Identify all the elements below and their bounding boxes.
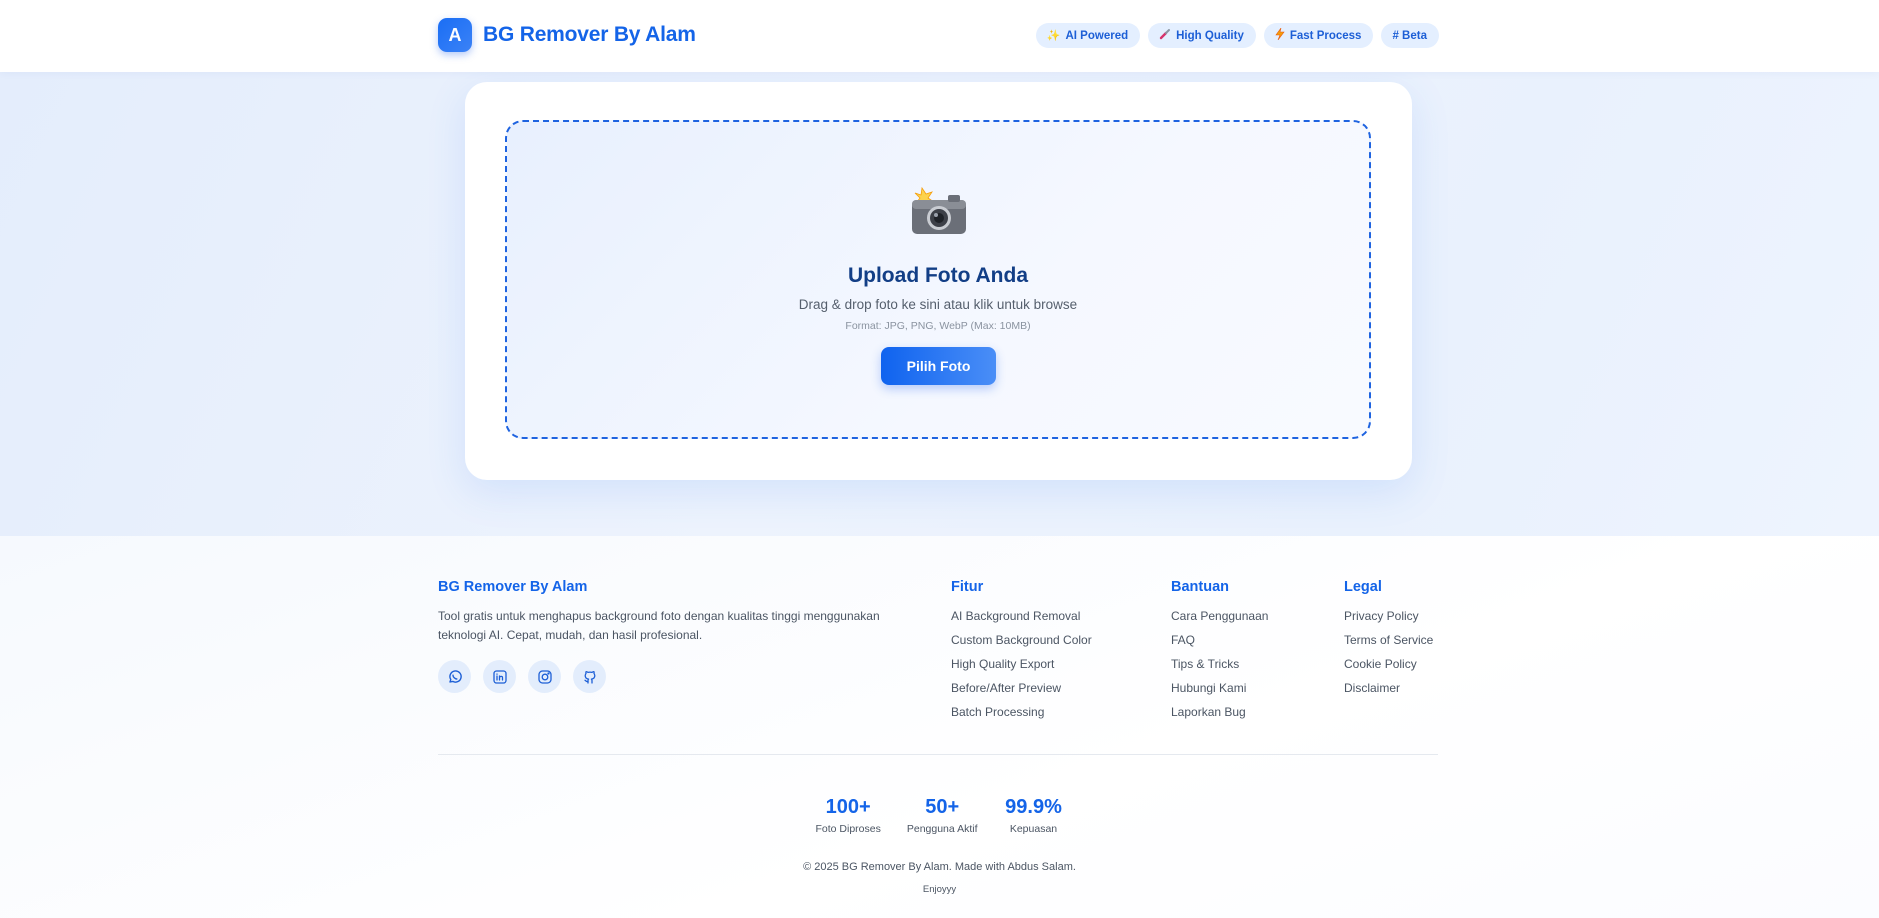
footer: BG Remover By Alam Tool gratis untuk men… [0,536,1879,918]
badge-fast-process: Fast Process [1263,23,1374,48]
footer-link[interactable]: AI Background Removal [951,609,1092,633]
stat-value: 50+ [925,796,960,818]
footer-legal-title: Legal [1344,579,1382,595]
footer-link[interactable]: Batch Processing [951,705,1092,729]
footer-bantuan-column: Bantuan Cara Penggunaan FAQ Tips & Trick… [1171,579,1268,729]
stat-value: 100+ [825,796,871,818]
footer-fitur-title: Fitur [951,579,984,595]
social-links [438,660,908,693]
badge-label: AI Powered [1065,29,1129,42]
legal-list: Privacy Policy Terms of Service Cookie P… [1344,609,1433,705]
badge-label: High Quality [1176,29,1244,42]
stat-users: 50+ Pengguna Aktif [907,796,978,835]
footer-bantuan-title: Bantuan [1171,579,1229,595]
stat-label: Kepuasan [1009,823,1058,835]
footer-link[interactable]: Custom Background Color [951,633,1092,657]
badge-label: Fast Process [1289,29,1362,42]
footer-brand-title: BG Remover By Alam [438,579,588,595]
upload-dropzone[interactable]: Upload Foto Anda Drag & drop foto ke sin… [505,120,1371,439]
footer-link[interactable]: Terms of Service [1344,633,1433,657]
footer-link[interactable]: Laporkan Bug [1171,705,1268,729]
upload-card: Upload Foto Anda Drag & drop foto ke sin… [465,82,1412,480]
stats-row: 100+ Foto Diproses 50+ Pengguna Aktif 99… [0,796,1879,835]
footer-description: Tool gratis untuk menghapus background f… [438,609,880,642]
stat-value: 99.9% [1005,796,1062,818]
footer-link[interactable]: Privacy Policy [1344,609,1433,633]
hero-section: Upload Foto Anda Drag & drop foto ke sin… [0,72,1879,536]
stat-label: Foto Diproses [815,823,881,835]
badge-high-quality: High Quality [1148,23,1256,48]
footer-legal-column: Legal Privacy Policy Terms of Service Co… [1344,579,1433,705]
stat-satisfaction: 99.9% Kepuasan [1004,796,1064,835]
camera-flash-icon [507,186,1369,236]
footer-divider [438,754,1438,755]
upload-format-info: Format: JPG, PNG, WebP (Max: 10MB) [845,320,1031,332]
bantuan-list: Cara Penggunaan FAQ Tips & Tricks Hubung… [1171,609,1268,729]
choose-photo-button[interactable]: Pilih Foto [881,347,996,385]
github-icon[interactable] [573,660,606,693]
footer-fitur-column: Fitur AI Background Removal Custom Backg… [951,579,1092,729]
stat-label: Pengguna Aktif [906,823,978,835]
footer-link[interactable]: Cara Penggunaan [1171,609,1268,633]
footer-link[interactable]: Tips & Tricks [1171,657,1268,681]
logo-icon: A [438,18,472,52]
copyright-text: © 2025 BG Remover By Alam. Made with Abd… [803,861,1076,873]
feature-badges: ✨ AI Powered High Quality Fast Process #… [1035,23,1439,48]
lightning-icon [1275,27,1285,43]
brand-name: BG Remover By Alam [483,23,696,46]
brand[interactable]: A BG Remover By Alam [438,18,696,52]
badge-ai-powered: ✨ AI Powered [1035,23,1141,48]
whatsapp-icon[interactable] [438,660,471,693]
footer-link[interactable]: Before/After Preview [951,681,1092,705]
sparkles-icon: ✨ [1046,30,1061,42]
footer-link[interactable]: FAQ [1171,633,1268,657]
footer-link[interactable]: High Quality Export [951,657,1092,681]
linkedin-icon[interactable] [483,660,516,693]
badge-beta: # Beta [1381,23,1439,48]
top-header: A BG Remover By Alam ✨ AI Powered High Q… [0,0,1879,72]
footer-link[interactable]: Disclaimer [1344,681,1433,705]
footer-link[interactable]: Cookie Policy [1344,657,1433,681]
footer-link[interactable]: Hubungi Kami [1171,681,1268,705]
footer-brand-column: BG Remover By Alam Tool gratis untuk men… [438,579,908,693]
stat-photos: 100+ Foto Diproses [816,796,881,835]
upload-subtitle: Drag & drop foto ke sini atau klik untuk… [798,297,1078,312]
footer-tagline: Enjoyyy [922,884,957,895]
badge-label: # Beta [1392,29,1427,42]
fitur-list: AI Background Removal Custom Background … [951,609,1092,729]
instagram-icon[interactable] [528,660,561,693]
upload-title: Upload Foto Anda [847,264,1029,287]
paint-brush-icon [1159,28,1171,43]
